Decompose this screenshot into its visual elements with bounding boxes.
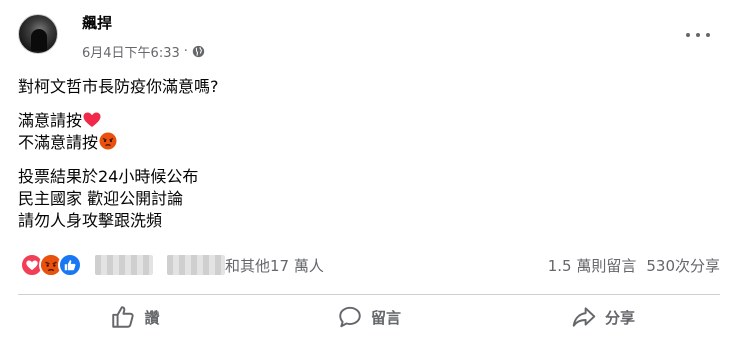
- like-button-label: 讚: [144, 308, 160, 327]
- angry-emoji-icon: [99, 132, 117, 150]
- comments-count[interactable]: 1.5 萬則留言: [548, 255, 637, 276]
- like-icon: [58, 253, 82, 277]
- post-line-no-attack: 請勿人身攻擊跟洗頻: [18, 211, 163, 230]
- heart-emoji-icon: [83, 112, 101, 127]
- post-meta: 6月4日下午6:33 ·: [82, 42, 205, 61]
- more-options-icon[interactable]: [686, 30, 710, 40]
- reactions-others-count[interactable]: 和其他17 萬人: [225, 255, 324, 276]
- post-line-question: 對柯文哲市長防疫你滿意嗎?: [18, 77, 219, 96]
- satisfied-text: 滿意請按: [18, 111, 83, 130]
- post-body: 對柯文哲市長防疫你滿意嗎? 滿意請按 不滿意請按 投票結果於24小時候公布 民主…: [18, 76, 219, 232]
- post-actions: 讚 留言 分享: [18, 298, 720, 336]
- comment-icon: [339, 306, 361, 328]
- comment-button[interactable]: 留言: [252, 298, 486, 336]
- post-timestamp[interactable]: 6月4日下午6:33: [82, 42, 180, 61]
- post-line-unsatisfied: 不滿意請按: [18, 132, 219, 154]
- actions-divider: [18, 294, 720, 295]
- post-card: 飆捍 6月4日下午6:33 · 對柯文哲市長防疫你滿意嗎? 滿意請按 不滿意請按…: [0, 0, 738, 343]
- share-button-label: 分享: [604, 308, 635, 327]
- globe-icon[interactable]: [192, 45, 205, 58]
- thumbs-up-icon: [112, 306, 135, 328]
- reaction-icons[interactable]: [20, 253, 82, 277]
- reactions-bar: 和其他17 萬人 1.5 萬則留言 530次分享: [20, 252, 720, 278]
- shares-count[interactable]: 530次分享: [646, 255, 720, 276]
- share-icon: [572, 307, 596, 327]
- post-line-result: 投票結果於24小時候公布: [18, 167, 199, 186]
- redacted-name-1: [95, 255, 153, 275]
- post-line-satisfied: 滿意請按: [18, 110, 219, 132]
- redacted-name-2: [167, 255, 225, 275]
- post-line-democracy: 民主國家 歡迎公開討論: [18, 189, 184, 208]
- like-button[interactable]: 讚: [18, 298, 252, 336]
- author-avatar[interactable]: [18, 14, 58, 54]
- meta-separator: ·: [183, 44, 188, 59]
- share-button[interactable]: 分享: [486, 298, 720, 336]
- post-stats: 1.5 萬則留言 530次分享: [548, 255, 720, 276]
- unsatisfied-text: 不滿意請按: [18, 133, 99, 152]
- author-name[interactable]: 飆捍: [82, 12, 112, 33]
- comment-button-label: 留言: [370, 308, 401, 327]
